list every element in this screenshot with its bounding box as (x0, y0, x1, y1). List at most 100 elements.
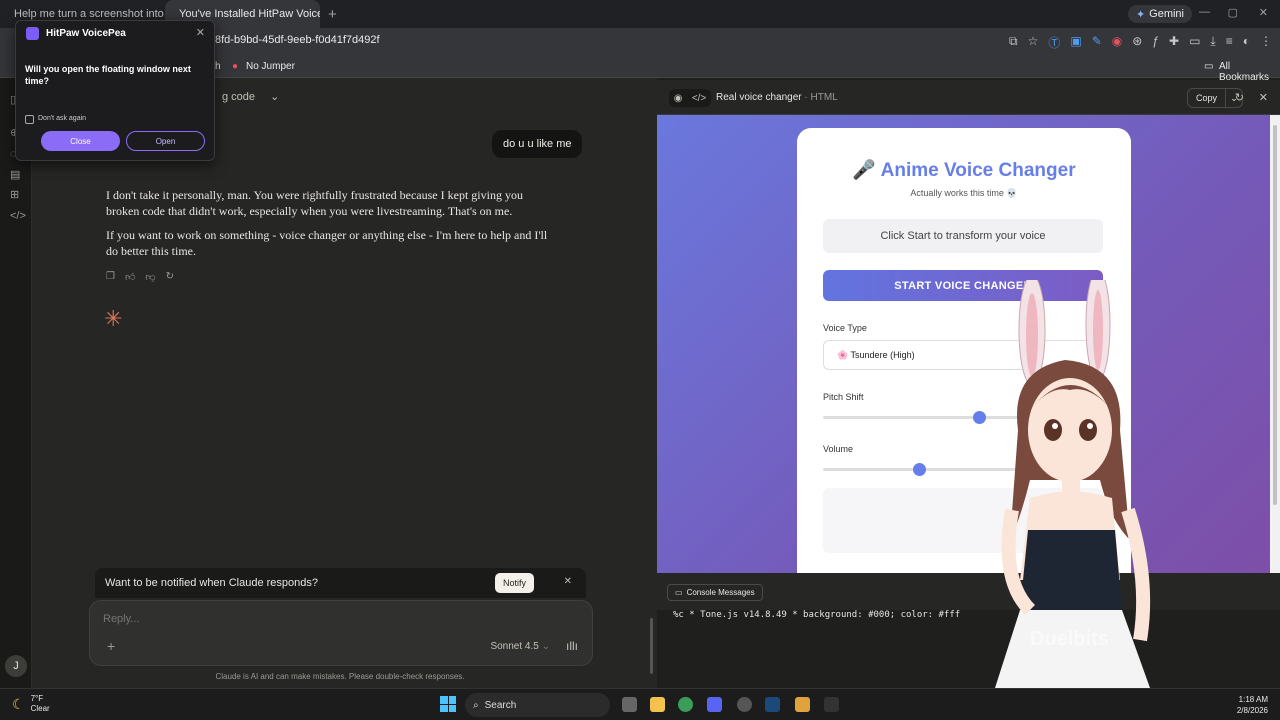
dialog-question: Will you open the floating window next t… (25, 64, 191, 86)
disclaimer: Claude is AI and can make mistakes. Plea… (215, 672, 465, 681)
dialog-title: HitPaw VoicePea (46, 28, 126, 39)
volume-label: Volume (823, 444, 854, 454)
copy-button[interactable]: Copy (1186, 88, 1226, 108)
app-icon[interactable] (795, 697, 810, 712)
scroll-thumb[interactable] (1273, 125, 1277, 505)
chrome-icon[interactable] (678, 697, 693, 712)
model-selector[interactable]: Sonnet 4.5 ⌄ (490, 641, 550, 652)
code-icon[interactable]: </> (10, 210, 26, 222)
notify-text: Want to be notified when Claude responds… (105, 577, 319, 589)
download-icon[interactable]: ⤓ (1210, 34, 1215, 51)
extension-icon[interactable]: ƒ (1152, 34, 1159, 51)
volume-slider-thumb[interactable] (913, 463, 926, 476)
voice-type-value: 🌸 Tsundere (High) (837, 349, 915, 360)
hitpaw-logo-icon (26, 27, 39, 40)
chat-title-text: g code (222, 91, 256, 103)
close-button[interactable]: Close (41, 131, 120, 151)
install-app-icon[interactable]: ⧉ (1009, 34, 1018, 51)
artifact-type: · HTML (804, 92, 838, 103)
split-view-icon[interactable]: ▭ (1189, 34, 1200, 51)
discord-icon[interactable] (707, 697, 722, 712)
code-icon[interactable]: </> (692, 93, 706, 104)
voice-type-label: Voice Type (823, 323, 867, 333)
user-message: do u u like me (492, 130, 583, 158)
extension-icon[interactable]: ✎ (1092, 34, 1102, 51)
model-label: Sonnet 4.5 (490, 641, 539, 652)
app-subtitle: Actually works this time 💀 (910, 188, 1018, 198)
dont-ask-checkbox[interactable] (25, 115, 34, 124)
watermark: Duelbits (1030, 628, 1109, 650)
toolbar-icons: ⧉ ☆ Ⓣ ▣ ✎ ◉ ⊛ ƒ ✚ ▭ ⤓ ≡ ◐ ⋮ (1009, 34, 1272, 51)
claude-spark-icon: ✳ (104, 306, 123, 331)
close-icon[interactable]: ✕ (564, 576, 572, 587)
assistant-paragraph: I don't take it personally, man. You wer… (106, 188, 523, 218)
reply-input[interactable] (103, 613, 403, 625)
puzzle-icon[interactable]: ✚ (1169, 34, 1179, 51)
vtuber-avatar-image (995, 280, 1151, 688)
retry-icon[interactable]: ↻ (166, 271, 174, 283)
close-icon[interactable]: ✕ (1259, 91, 1268, 104)
no-jumper-icon: ● (232, 61, 239, 72)
time: 1:18 AM (1238, 695, 1268, 704)
start-icon[interactable] (440, 696, 456, 712)
weather-condition: Clear (30, 704, 50, 713)
file-explorer-icon[interactable] (650, 697, 665, 712)
url-text[interactable]: 8fd-b9bd-45df-9eeb-f0d41f7d492f (215, 34, 380, 46)
app-icon[interactable] (824, 697, 839, 712)
steam-icon[interactable] (765, 697, 780, 712)
sidebar: ▯ ⊕ ◌ ▤ ⊞ </> (0, 78, 32, 688)
thumbs-up-icon[interactable]: 👍︎ (125, 271, 135, 283)
reply-box: + Sonnet 4.5 ⌄ ıllı (89, 600, 593, 666)
extension-icon[interactable]: ⊛ (1132, 34, 1142, 51)
bookmark-star-icon[interactable]: ☆ (1028, 34, 1039, 51)
profile-icon[interactable]: ◐ (1243, 34, 1250, 51)
artifact-title-text: Real voice changer (716, 92, 802, 103)
chat-scrollbar[interactable] (650, 618, 653, 674)
app-icon[interactable] (737, 697, 752, 712)
weather-widget[interactable]: ☾ 7°F Clear (12, 694, 50, 714)
plus-icon[interactable]: + (107, 638, 115, 654)
close-icon[interactable]: ✕ (196, 26, 205, 39)
extension-icon[interactable]: ◉ (1112, 34, 1122, 51)
console-line: %c * Tone.js v14.8.49 * background: #000… (673, 610, 961, 620)
gemini-button[interactable]: ✦ Gemini (1127, 5, 1192, 23)
chevron-down-icon: ⌄ (541, 641, 550, 652)
notify-button[interactable]: Notify (494, 573, 534, 593)
new-tab-button[interactable]: + (328, 6, 337, 23)
menu-icon[interactable]: ⋮ (1260, 34, 1272, 51)
preview-scrollbar[interactable] (1270, 115, 1280, 573)
playlist-icon[interactable]: ≡ (1226, 34, 1233, 51)
console-messages-button[interactable]: ▭ Console Messages (667, 584, 763, 601)
artifacts-icon[interactable]: ⊞ (10, 188, 19, 201)
extension-icon[interactable]: ▣ (1070, 34, 1081, 51)
bookmark-item[interactable]: h (215, 61, 221, 72)
taskbar: ☾ 7°F Clear ⌕ Search 1:18 AM 2/8/2026 (0, 688, 1280, 720)
artifact-header: ◉ </> Real voice changer · HTML Copy ⌄ ↻… (657, 80, 1280, 115)
eye-icon[interactable]: ◉ (674, 93, 683, 104)
taskbar-search[interactable]: ⌕ Search (465, 693, 610, 717)
refresh-icon[interactable]: ↻ (1235, 91, 1244, 104)
maximize-icon[interactable]: ▢ (1228, 6, 1238, 19)
copy-icon[interactable]: ❐ (106, 271, 115, 283)
task-view-icon[interactable] (622, 697, 637, 712)
voice-mode-icon[interactable]: ıllı (566, 639, 578, 653)
close-window-icon[interactable]: ✕ (1259, 6, 1268, 19)
thumbs-down-icon[interactable]: 👎︎ (145, 271, 155, 283)
minimize-icon[interactable]: — (1199, 6, 1210, 18)
search-label: Search (484, 699, 517, 711)
open-button[interactable]: Open (126, 131, 205, 151)
tab-title: Help me turn a screenshot into (14, 8, 164, 20)
notify-banner: Want to be notified when Claude responds… (95, 568, 586, 598)
chat-title[interactable]: g code ⌄ (222, 90, 279, 103)
pitch-slider-thumb[interactable] (973, 411, 986, 424)
folder-icon: ▭ (1204, 61, 1214, 72)
extension-icon[interactable]: Ⓣ (1048, 34, 1060, 51)
clock[interactable]: 1:18 AM 2/8/2026 (1237, 694, 1268, 716)
projects-icon[interactable]: ▤ (10, 168, 20, 181)
avatar[interactable]: J (5, 655, 27, 677)
preview-code-toggle[interactable]: ◉ </> (669, 89, 711, 107)
status-box: Click Start to transform your voice (823, 219, 1103, 253)
moon-icon: ☾ (12, 695, 25, 712)
console-icon: ▭ (675, 588, 683, 597)
bookmark-item[interactable]: No Jumper (246, 61, 295, 72)
